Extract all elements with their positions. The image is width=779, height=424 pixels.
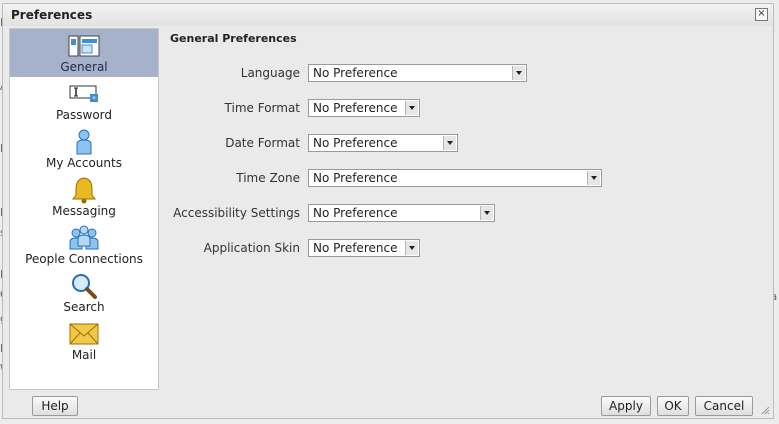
time-format-select[interactable]: No Preference	[308, 99, 420, 117]
select-value: No Preference	[313, 66, 398, 80]
general-prefs-icon	[68, 35, 100, 57]
dialog-title: Preferences	[11, 8, 93, 22]
chevron-down-icon[interactable]	[405, 241, 418, 255]
people-icon	[69, 225, 99, 250]
select-value: No Preference	[313, 136, 398, 150]
sidebar-item-label: Mail	[71, 348, 97, 362]
language-label: Language	[240, 66, 300, 80]
date-format-label: Date Format	[225, 136, 300, 150]
apply-button[interactable]: Apply	[601, 396, 651, 416]
sidebar-item-label: My Accounts	[46, 156, 122, 170]
select-value: No Preference	[313, 206, 398, 220]
preferences-dialog: Preferences × General * Password My Acco…	[2, 3, 774, 419]
user-icon	[76, 129, 92, 155]
sidebar-item-mail[interactable]: Mail	[10, 317, 158, 365]
chevron-down-icon[interactable]	[587, 171, 600, 185]
application-skin-label: Application Skin	[203, 241, 300, 255]
section-title: General Preferences	[170, 32, 297, 45]
application-skin-select[interactable]: No Preference	[308, 239, 420, 257]
svg-text:*: *	[92, 95, 96, 103]
help-button[interactable]: Help	[32, 396, 78, 416]
title-bar[interactable]: Preferences ×	[3, 4, 773, 26]
time-format-label: Time Format	[224, 101, 300, 115]
chevron-down-icon[interactable]	[480, 206, 493, 220]
select-value: No Preference	[313, 241, 398, 255]
envelope-icon	[69, 323, 99, 345]
chevron-down-icon[interactable]	[405, 101, 418, 115]
chevron-down-icon[interactable]	[443, 136, 456, 150]
time-zone-select[interactable]: No Preference	[308, 169, 602, 187]
close-icon[interactable]: ×	[755, 8, 768, 21]
sidebar-item-label: Search	[63, 300, 105, 314]
magnifier-icon	[72, 274, 97, 299]
sidebar-item-search[interactable]: Search	[10, 269, 158, 317]
chevron-down-icon[interactable]	[512, 66, 525, 80]
date-format-select[interactable]: No Preference	[308, 134, 458, 152]
cancel-button[interactable]: Cancel	[695, 396, 753, 416]
accessibility-settings-select[interactable]: No Preference	[308, 204, 495, 222]
password-icon: *	[69, 85, 98, 103]
select-value: No Preference	[313, 101, 398, 115]
select-value: No Preference	[313, 171, 398, 185]
language-select[interactable]: No Preference	[308, 64, 527, 82]
accessibility-settings-label: Accessibility Settings	[173, 206, 300, 220]
time-zone-label: Time Zone	[236, 171, 300, 185]
resize-grip-icon[interactable]	[760, 405, 770, 415]
ok-button[interactable]: OK	[657, 396, 689, 416]
bell-icon	[72, 177, 96, 204]
